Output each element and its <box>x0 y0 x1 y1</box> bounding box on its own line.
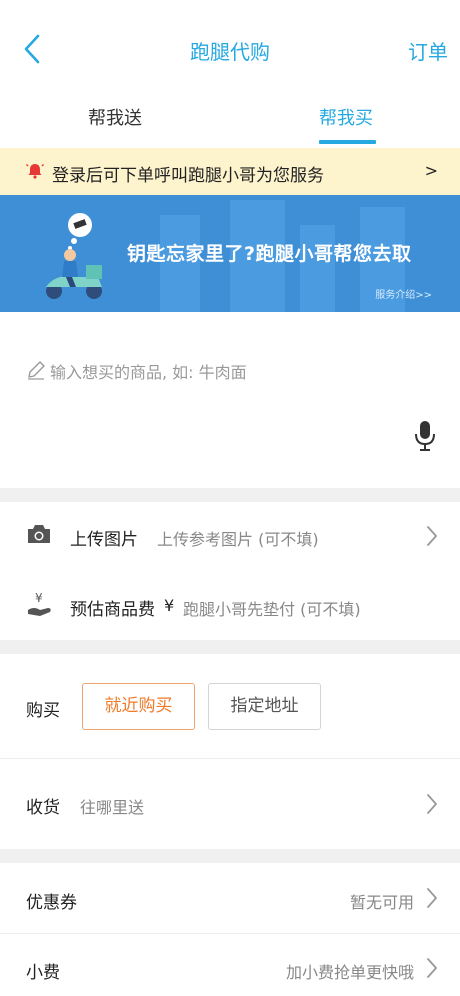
delivery-address-row[interactable]: 收货 往哪里送 <box>0 759 460 849</box>
courier-rider-icon <box>46 213 102 299</box>
upload-label: 上传图片 <box>70 530 138 550</box>
tip-value: 加小费抢单更快哦 <box>285 963 414 982</box>
hand-money-icon: ¥ <box>28 591 51 616</box>
chevron-right-icon <box>427 958 437 978</box>
orders-link[interactable]: 订单 <box>408 36 448 65</box>
chevron-right-icon <box>427 794 437 814</box>
currency-symbol: ¥ <box>164 596 175 615</box>
upload-image-row[interactable]: 上传图片 上传参考图片 (可不填) <box>0 502 460 570</box>
tab-bar: 帮我送 帮我买 <box>0 92 460 146</box>
upload-hint: 上传参考图片 (可不填) <box>157 530 319 549</box>
navbar: 跑腿代购 订单 <box>0 0 460 98</box>
tab-active-indicator <box>319 140 376 144</box>
pencil-icon <box>28 361 45 380</box>
coupon-value: 暂无可用 <box>349 893 414 912</box>
deliver-label: 收货 <box>26 798 60 818</box>
notice-arrow: > <box>424 161 438 180</box>
tip-label: 小费 <box>26 963 60 983</box>
coupon-row[interactable]: 优惠券 暂无可用 <box>0 863 460 933</box>
coupon-label: 优惠券 <box>26 893 77 913</box>
section-gap <box>0 849 460 863</box>
microphone-icon[interactable] <box>414 420 436 452</box>
estimated-fee-row[interactable]: ¥ 预估商品费 ¥ 跑腿小哥先垫付 (可不填) <box>0 570 460 640</box>
chevron-right-icon <box>427 526 437 546</box>
section-gap <box>0 640 460 654</box>
fee-input[interactable]: 跑腿小哥先垫付 (可不填) <box>183 596 361 620</box>
notice-text: 登录后可下单呼叫跑腿小哥为您服务 <box>52 166 324 186</box>
login-notice[interactable]: 登录后可下单呼叫跑腿小哥为您服务 > <box>0 148 460 195</box>
product-input-area[interactable]: 输入想买的商品, 如: 牛肉面 <box>0 312 460 488</box>
tip-row[interactable]: 小费 加小费抢单更快哦 <box>0 934 460 996</box>
product-input[interactable]: 输入想买的商品, 如: 牛肉面 <box>50 359 247 383</box>
camera-icon <box>28 525 50 543</box>
service-intro-link[interactable]: 服务介绍>> <box>375 286 432 301</box>
chevron-right-icon <box>427 888 437 908</box>
nearby-purchase-button[interactable]: 就近购买 <box>82 683 195 730</box>
bell-icon <box>26 164 44 179</box>
banner-headline: 钥匙忘家里了?跑腿小哥帮您去取 <box>127 243 412 265</box>
buy-label: 购买 <box>26 701 60 721</box>
page-title: 跑腿代购 <box>190 40 270 64</box>
tab-send[interactable]: 帮我送 <box>88 104 142 130</box>
tab-buy[interactable]: 帮我买 <box>319 104 373 130</box>
specified-address-button[interactable]: 指定地址 <box>208 683 321 730</box>
section-gap <box>0 488 460 502</box>
fee-label: 预估商品费 <box>70 600 155 620</box>
deliver-hint: 往哪里送 <box>80 798 145 817</box>
svg-text:¥: ¥ <box>35 591 43 605</box>
promo-banner[interactable]: 钥匙忘家里了?跑腿小哥帮您去取 服务介绍>> <box>0 195 460 312</box>
